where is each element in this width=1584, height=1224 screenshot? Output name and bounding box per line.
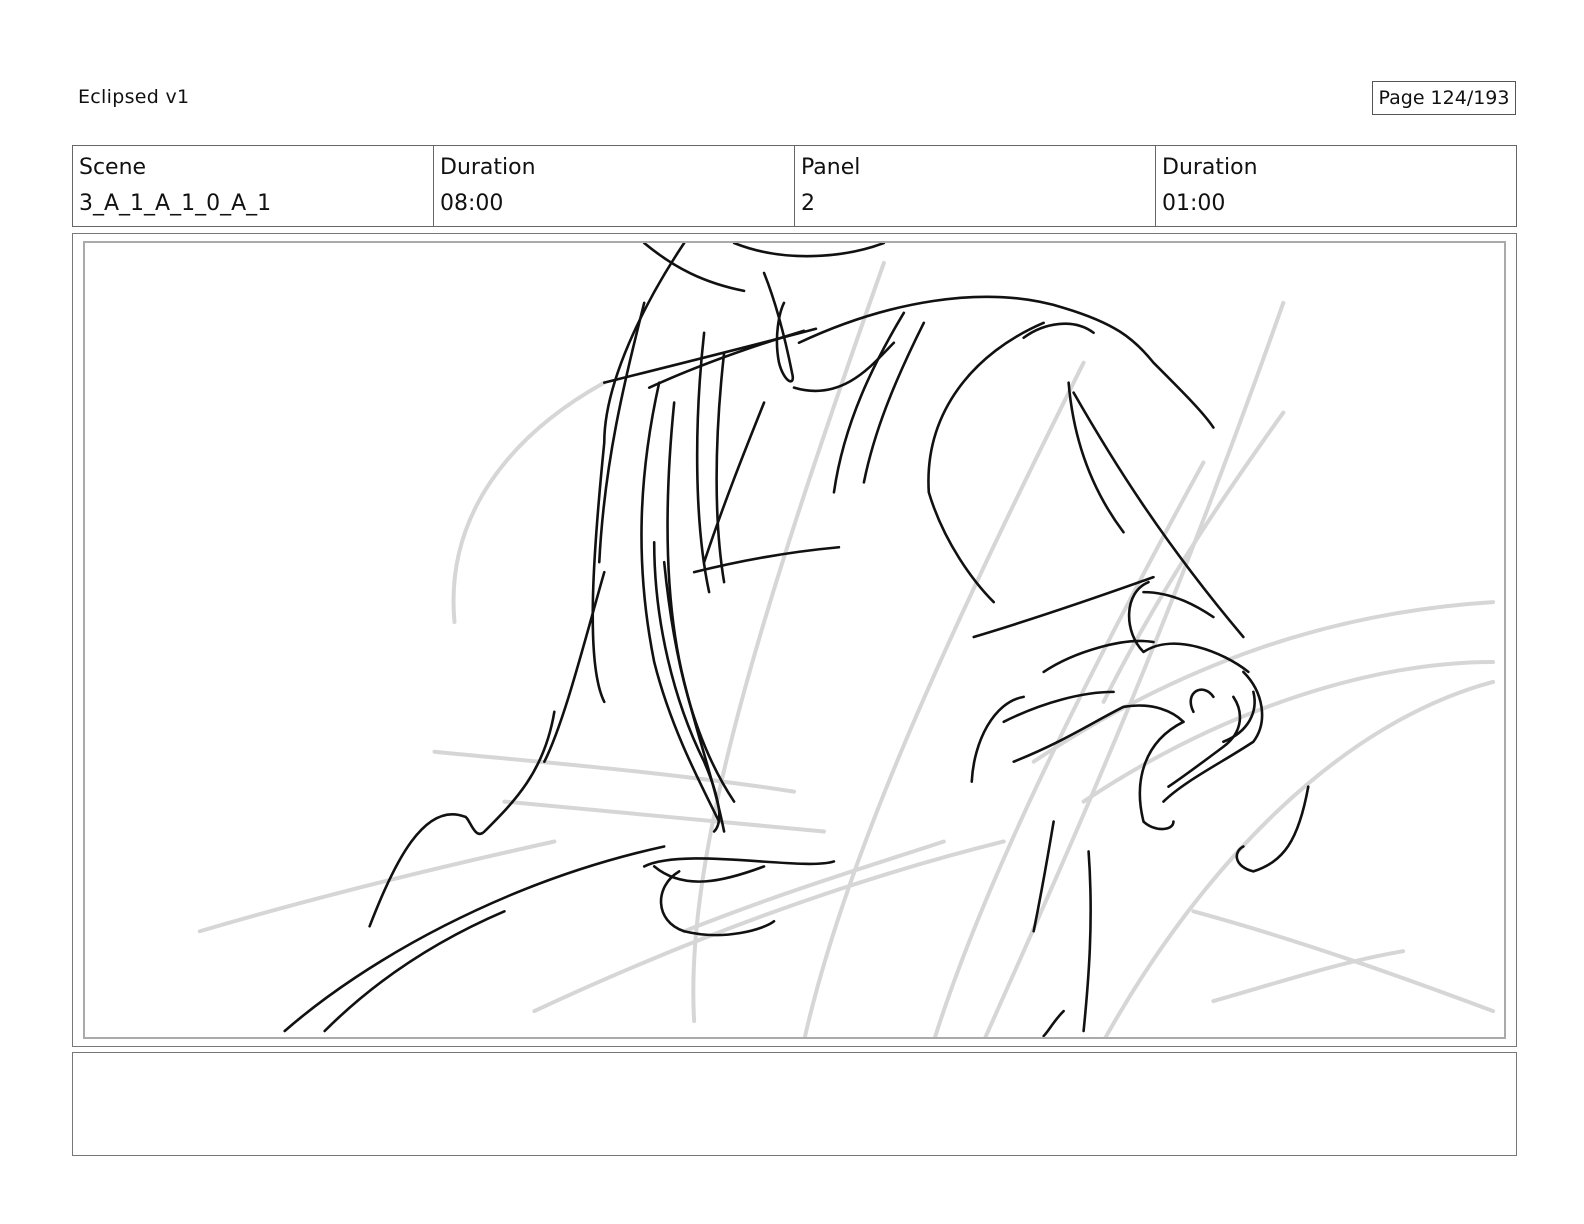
- scene-duration-value: 08:00: [440, 191, 504, 216]
- panel-sketch-image: [197, 243, 1496, 1037]
- panel-duration-label: Duration: [1162, 155, 1258, 180]
- page-indicator: Page 124/193: [1372, 81, 1516, 115]
- scene-cell: Scene 3_A_1_A_1_0_A_1: [73, 146, 434, 226]
- panel-duration-value: 01:00: [1162, 191, 1226, 216]
- panel-cell: Panel 2: [795, 146, 1156, 226]
- scene-value: 3_A_1_A_1_0_A_1: [79, 191, 272, 216]
- scene-label: Scene: [79, 155, 147, 180]
- panel-label: Panel: [801, 155, 861, 180]
- document-title: Eclipsed v1: [78, 86, 190, 108]
- panel-value: 2: [801, 191, 815, 216]
- scene-duration-cell: Duration 08:00: [434, 146, 795, 226]
- storyboard-panel-frame: [72, 233, 1517, 1047]
- panel-duration-cell: Duration 01:00: [1156, 146, 1516, 226]
- scene-duration-label: Duration: [440, 155, 536, 180]
- scene-info-table: Scene 3_A_1_A_1_0_A_1 Duration 08:00 Pan…: [72, 145, 1517, 227]
- panel-notes-box: [72, 1052, 1517, 1156]
- storyboard-panel: [83, 241, 1506, 1039]
